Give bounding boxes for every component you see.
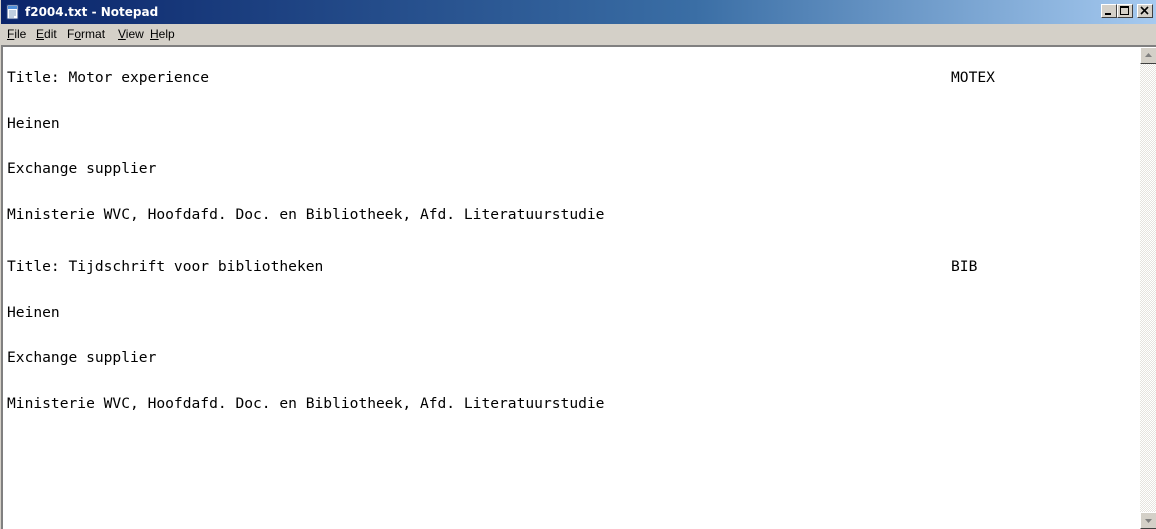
minimize-button[interactable] (1101, 4, 1117, 18)
menu-edit-label: dit (44, 27, 57, 41)
notepad-window: f2004.txt - Notepad File Edit Format Vie… (0, 0, 1156, 529)
vertical-scrollbar[interactable] (1140, 47, 1156, 529)
document-line: Ministerie WVC, Hoofdafd. Doc. en Biblio… (7, 204, 604, 226)
text-editor[interactable]: Title: Motor experience MOTEX Heinen Exch… (1, 45, 1156, 529)
window-title: f2004.txt - Notepad (25, 5, 159, 19)
line-text: Title: Motor experience (7, 69, 210, 86)
line-text: Ministerie WVC, Hoofdafd. Doc. en Biblio… (7, 206, 605, 223)
scroll-down-button[interactable] (1140, 512, 1156, 529)
scroll-up-button[interactable] (1140, 47, 1156, 64)
menu-format[interactable]: Format (65, 27, 107, 42)
document-line: Title: Motor experience MOTEX (7, 67, 995, 89)
menu-edit[interactable]: Edit (34, 27, 59, 42)
menu-file[interactable]: File (5, 27, 28, 42)
menu-format-label: rmat (81, 27, 106, 41)
menu-view-label: iew (125, 27, 144, 41)
line-text: Exchange supplier (7, 160, 157, 177)
menu-view[interactable]: View (116, 27, 146, 42)
menu-view-mnemonic: V (118, 27, 126, 41)
close-icon (1140, 6, 1149, 15)
minimize-icon (1105, 13, 1111, 15)
line-text: Heinen (7, 304, 60, 321)
close-button[interactable] (1137, 4, 1153, 18)
menu-help-label: elp (158, 27, 175, 41)
line-code: BIB (951, 258, 978, 275)
line-text: Title: Tijdschrift voor bibliotheken (7, 258, 324, 275)
maximize-icon (1120, 6, 1129, 15)
maximize-button[interactable] (1117, 4, 1133, 18)
document-line: Heinen (7, 113, 60, 135)
line-text: Ministerie WVC, Hoofdafd. Doc. en Biblio… (7, 395, 605, 412)
document-text[interactable]: Title: Motor experience MOTEX Heinen Exch… (7, 53, 1117, 523)
document-line: Title: Tijdschrift voor bibliotheken BIB (7, 256, 977, 278)
menu-file-label: ile (14, 27, 27, 41)
arrow-down-icon (1145, 519, 1152, 523)
document-line: Exchange supplier (7, 347, 156, 369)
line-text: Heinen (7, 115, 60, 132)
notepad-icon[interactable] (5, 4, 21, 20)
line-text: Exchange supplier (7, 349, 157, 366)
menu-edit-mnemonic: E (36, 27, 45, 41)
document-line: Heinen (7, 302, 60, 324)
line-code: MOTEX (951, 69, 995, 86)
document-line: Ministerie WVC, Hoofdafd. Doc. en Biblio… (7, 393, 604, 415)
menu-help-mnemonic: H (150, 27, 159, 41)
title-bar[interactable]: f2004.txt - Notepad (1, 0, 1156, 24)
menu-bar: File Edit Format View Help (1, 24, 1156, 45)
menu-help[interactable]: Help (148, 27, 177, 42)
arrow-up-icon (1145, 53, 1152, 57)
document-line: Exchange supplier (7, 158, 156, 180)
